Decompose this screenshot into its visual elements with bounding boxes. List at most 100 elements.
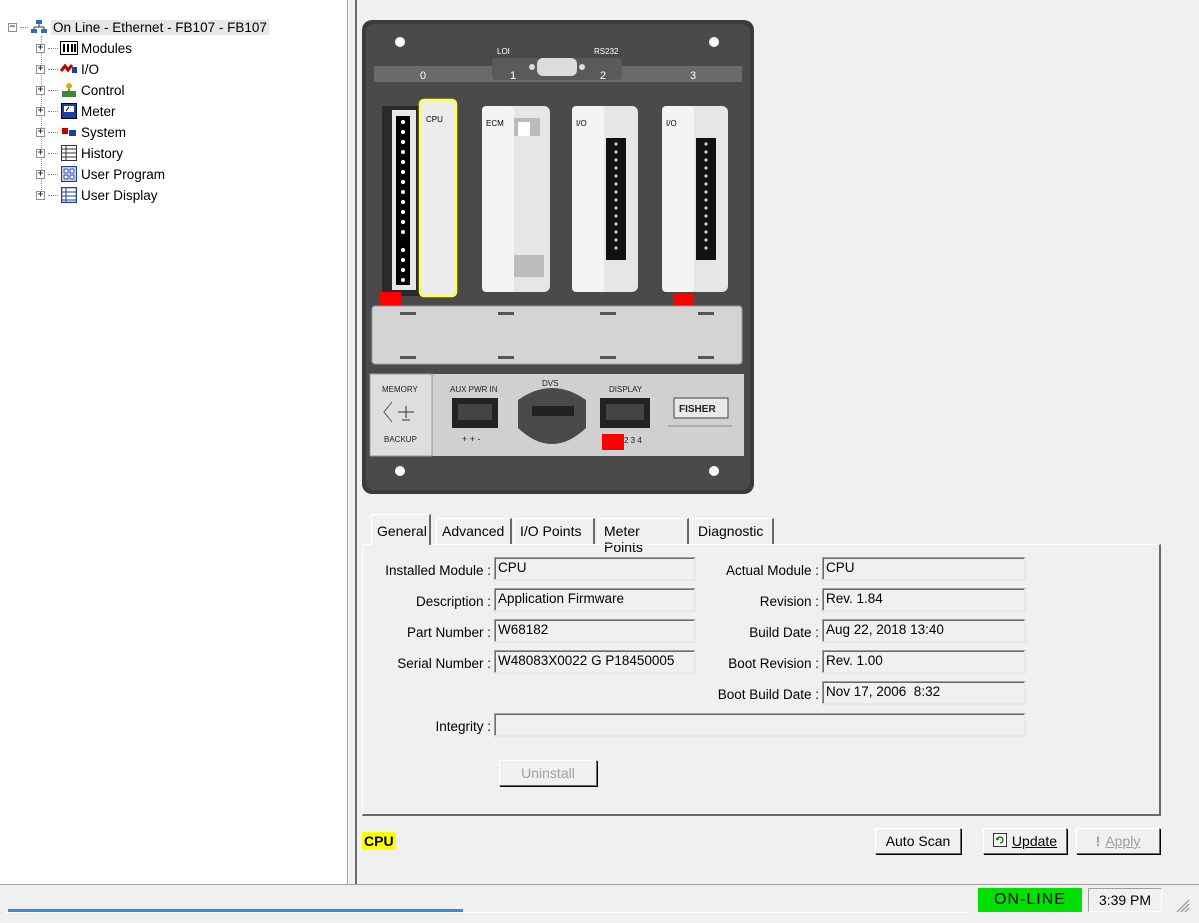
display-label: DISPLAY	[609, 385, 643, 394]
display-pins-label: 2 3 4	[624, 436, 642, 445]
tree-item-history[interactable]: + History	[36, 143, 123, 163]
memory-label: MEMORY	[382, 385, 419, 394]
user-display-icon	[60, 187, 78, 203]
expand-icon[interactable]: +	[36, 43, 45, 53]
tree-item-label: Control	[81, 82, 125, 98]
tree-dots	[48, 89, 58, 91]
part-number-label: Part Number :	[406, 625, 491, 640]
tree-dots	[48, 68, 58, 70]
build-date-field: Aug 22, 2018 13:40	[822, 619, 1026, 643]
control-icon	[60, 82, 78, 98]
auto-scan-label: Auto Scan	[885, 833, 951, 849]
aux-pins-label: + + -	[462, 434, 481, 444]
progress-indicator	[8, 909, 463, 912]
tree-item-label: Modules	[81, 40, 133, 56]
exclamation-icon: !	[1095, 833, 1101, 849]
apply-button[interactable]: ! Apply	[1076, 828, 1160, 854]
module-detail-pane: LOI RS232 0 1 2 3 CPU ECM I/O I/O MEMORY…	[357, 0, 1199, 884]
selected-module-badge: CPU	[362, 832, 396, 850]
uninstall-button-label: Uninstall	[521, 765, 575, 781]
general-tab-panel	[362, 544, 1161, 816]
tree-dots	[48, 152, 58, 154]
update-button[interactable]: Update	[983, 828, 1067, 854]
revision-field: Rev. 1.84	[822, 588, 1026, 612]
integrity-field	[494, 713, 1026, 737]
slot-number: 2	[600, 70, 606, 82]
tree-item-system[interactable]: + System	[36, 122, 126, 142]
serial-number-label: Serial Number :	[397, 656, 491, 671]
apply-label: Apply	[1105, 833, 1141, 849]
resize-grip-icon[interactable]	[1172, 895, 1190, 913]
network-icon	[30, 19, 48, 35]
tab-label: Diagnostic	[698, 523, 764, 539]
connection-status: ON-LINE	[978, 888, 1082, 912]
tab-label: General	[377, 523, 427, 539]
expand-icon[interactable]: +	[36, 85, 45, 95]
tree-item-label: History	[81, 145, 124, 161]
port-rs232-label: RS232	[594, 47, 619, 56]
expand-icon[interactable]: +	[36, 148, 45, 158]
tree-item-modules[interactable]: + Modules	[36, 38, 132, 58]
device-tree[interactable]: − On Line - Ethernet - FB107 - FB107 + M…	[0, 0, 348, 884]
update-label: Update	[1011, 833, 1058, 849]
description-field: Application Firmware	[494, 588, 696, 612]
tree-item-io[interactable]: + I/O	[36, 59, 99, 79]
tree-item-label: Meter	[81, 103, 116, 119]
module-label: I/O	[576, 119, 587, 128]
refresh-icon	[992, 832, 1007, 850]
slot-number: 0	[420, 70, 426, 82]
tree-item-user-display[interactable]: + User Display	[36, 185, 158, 205]
boot-revision-field: Rev. 1.00	[822, 650, 1026, 674]
expand-icon[interactable]: +	[36, 106, 45, 116]
module-label: CPU	[426, 115, 443, 124]
tree-item-label: I/O	[81, 61, 100, 77]
tab-advanced[interactable]: Advanced	[436, 518, 512, 544]
user-program-icon	[60, 166, 78, 182]
description-label: Description :	[415, 594, 491, 609]
tree-dots	[48, 47, 58, 49]
integrity-label: Integrity :	[435, 719, 491, 734]
boot-revision-label: Boot Revision :	[728, 656, 819, 671]
actual-module-label: Actual Module :	[725, 563, 819, 578]
tab-meter-points[interactable]: Meter Points	[598, 518, 689, 555]
module-label: ECM	[486, 119, 504, 128]
alarm-indicator	[602, 434, 624, 450]
system-icon	[60, 124, 78, 140]
tree-root[interactable]: − On Line - Ethernet - FB107 - FB107	[8, 17, 269, 37]
cpu-module[interactable]	[418, 98, 458, 298]
chassis-image[interactable]: LOI RS232 0 1 2 3 CPU ECM I/O I/O MEMORY…	[362, 20, 754, 494]
tree-item-label: User Program	[81, 166, 166, 182]
installed-module-field: CPU	[494, 557, 696, 581]
expand-icon[interactable]: +	[36, 190, 45, 200]
tree-dots	[48, 194, 58, 196]
auto-scan-button[interactable]: Auto Scan	[875, 828, 961, 854]
tree-dots	[48, 173, 58, 175]
expand-icon[interactable]: +	[36, 64, 45, 74]
pane-splitter[interactable]	[348, 0, 357, 884]
module-label: I/O	[666, 119, 677, 128]
tab-diagnostic[interactable]: Diagnostic	[692, 518, 774, 544]
tree-item-control[interactable]: + Control	[36, 80, 125, 100]
tree-item-meter[interactable]: + Meter	[36, 101, 116, 121]
tree-dots	[48, 110, 58, 112]
tree-dots	[48, 131, 58, 133]
tab-label: Advanced	[442, 523, 505, 539]
expand-icon[interactable]: +	[36, 127, 45, 137]
port-loi-label: LOI	[497, 47, 510, 56]
dvs-label: DVS	[542, 379, 558, 388]
uninstall-button[interactable]: Uninstall	[499, 760, 597, 786]
tree-dots	[20, 26, 28, 28]
slot-number: 1	[510, 70, 516, 82]
boot-build-date-field: Nov 17, 2006 8:32	[822, 681, 1026, 705]
tab-general[interactable]: General	[371, 514, 431, 545]
tree-item-user-program[interactable]: + User Program	[36, 164, 165, 184]
collapse-icon[interactable]: −	[8, 22, 17, 32]
clock: 3:39 PM	[1088, 888, 1162, 912]
status-bar: ON-LINE 3:39 PM	[0, 884, 1199, 923]
tree-root-label: On Line - Ethernet - FB107 - FB107	[51, 19, 269, 35]
expand-icon[interactable]: +	[36, 169, 45, 179]
slot-number: 3	[690, 70, 696, 82]
revision-label: Revision :	[759, 594, 819, 609]
tab-label: I/O Points	[520, 523, 582, 539]
tab-io-points[interactable]: I/O Points	[514, 518, 595, 544]
